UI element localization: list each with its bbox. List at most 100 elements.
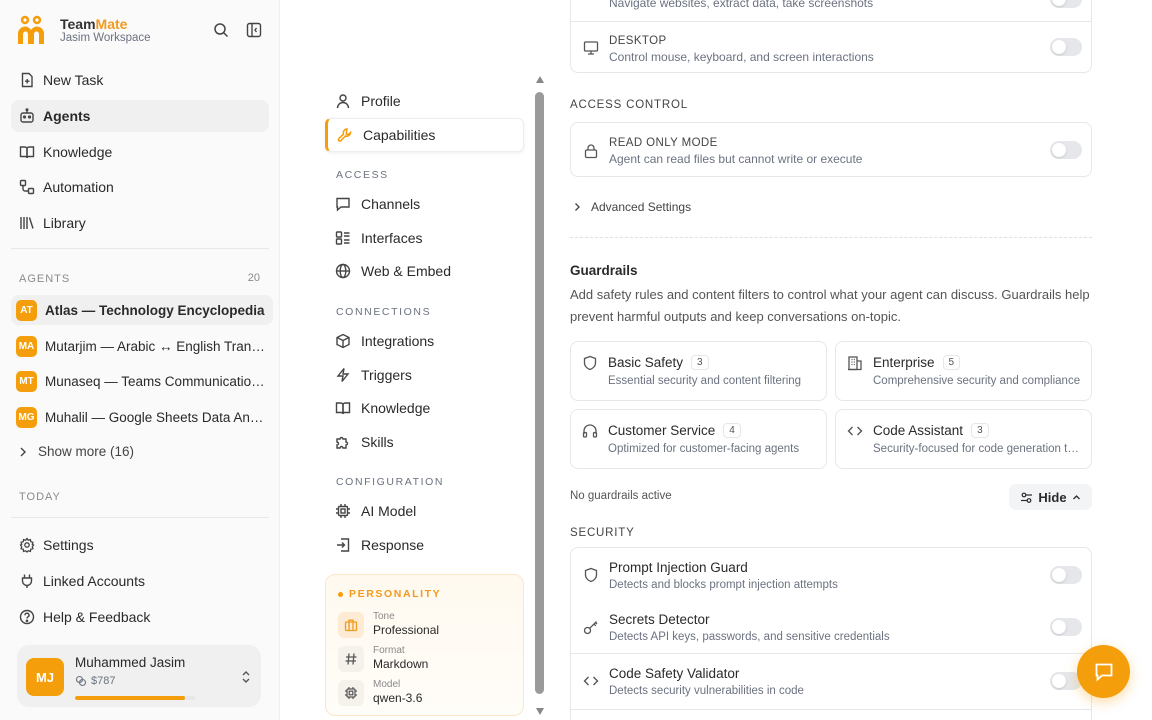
message-icon — [335, 196, 351, 212]
globe-icon — [335, 263, 351, 279]
preset-basic-safety[interactable]: Basic Safety 3 Essential security and con… — [570, 341, 827, 401]
divider — [11, 248, 269, 249]
search-icon[interactable] — [213, 22, 229, 38]
scrollbar[interactable] — [535, 76, 545, 720]
personality-format: Format Markdown — [338, 645, 518, 675]
settings-tab-channels[interactable]: Channels — [325, 187, 524, 221]
prompt-injection-toggle[interactable] — [1050, 566, 1082, 584]
agent-name: Munaseq — Teams Communication Assistant — [45, 373, 265, 389]
shield-icon — [582, 355, 598, 371]
show-more-button[interactable]: Show more (16) — [17, 444, 134, 459]
nav-library[interactable]: Library — [11, 207, 269, 239]
security-row-desc: Detects and blocks prompt injection atte… — [609, 579, 838, 591]
user-name: Muhammed Jasim — [75, 655, 186, 670]
personality-tone: Tone Professional — [338, 611, 518, 641]
nav-new-task[interactable]: New Task — [11, 64, 269, 96]
layout-list-icon — [335, 230, 351, 246]
settings-tab-label: Skills — [361, 434, 394, 450]
help-icon — [19, 609, 35, 625]
agents-icon — [19, 108, 35, 124]
nav-knowledge[interactable]: Knowledge — [11, 136, 269, 168]
agent-item[interactable]: MG Muhalil — Google Sheets Data Analyst — [11, 402, 273, 432]
agent-item[interactable]: AT Atlas — Technology Encyclopedia — [11, 295, 273, 325]
preset-name: Enterprise 5 — [873, 355, 961, 370]
browser-desc: Navigate websites, extract data, take sc… — [609, 0, 874, 10]
today-section-label: TODAY — [19, 491, 61, 503]
settings-tab-profile[interactable]: Profile — [325, 84, 524, 118]
divider — [571, 21, 1091, 22]
settings-tab-response[interactable]: Response — [325, 528, 524, 562]
tone-value: Professional — [373, 623, 440, 637]
hash-icon — [338, 646, 364, 672]
preset-code-assistant[interactable]: Code Assistant 3 Security-focused for cod… — [835, 409, 1092, 469]
security-row-title: Prompt Injection Guard — [609, 560, 748, 575]
read-only-toggle[interactable] — [1050, 141, 1082, 159]
settings-tab-capabilities[interactable]: Capabilities — [325, 118, 524, 152]
nav-linked-accounts[interactable]: Linked Accounts — [11, 565, 269, 597]
library-icon — [19, 215, 35, 231]
agent-item[interactable]: MA Mutarjim — Arabic ↔ English Translato… — [11, 331, 273, 361]
chevron-up-down-icon[interactable] — [239, 669, 253, 685]
agent-avatar: AT — [16, 299, 37, 321]
settings-tab-knowledge[interactable]: Knowledge — [325, 391, 524, 425]
preset-enterprise[interactable]: Enterprise 5 Comprehensive security and c… — [835, 341, 1092, 401]
preset-customer-service[interactable]: Customer Service 4 Optimized for customer… — [570, 409, 827, 469]
scroll-up-arrow-icon[interactable] — [536, 76, 544, 83]
desktop-title: DESKTOP — [609, 35, 667, 47]
preset-count-badge: 5 — [942, 355, 961, 370]
settings-tab-web-embed[interactable]: Web & Embed — [325, 254, 524, 288]
teammate-logo-icon — [16, 14, 46, 46]
main-content: Navigate websites, extract data, take sc… — [548, 0, 1152, 720]
user-card[interactable]: MJ Muhammed Jasim $787 — [17, 645, 261, 707]
scroll-thumb[interactable] — [535, 92, 544, 694]
coins-icon — [75, 675, 87, 687]
advanced-settings-toggle[interactable]: Advanced Settings — [572, 200, 691, 214]
scroll-down-arrow-icon[interactable] — [536, 708, 544, 715]
code-icon — [583, 673, 599, 689]
browser-toggle[interactable] — [1050, 0, 1082, 8]
chevron-right-icon — [17, 446, 29, 458]
code-icon — [847, 423, 863, 439]
settings-tab-skills[interactable]: Skills — [325, 425, 524, 459]
nav-agents[interactable]: Agents — [11, 100, 269, 132]
nav-label: Linked Accounts — [43, 573, 145, 589]
advanced-settings-label: Advanced Settings — [591, 200, 692, 214]
guardrails-desc: Add safety rules and content filters to … — [570, 287, 1090, 324]
agent-item[interactable]: MT Munaseq — Teams Communication Assista… — [11, 366, 273, 396]
nav-help-feedback[interactable]: Help & Feedback — [11, 601, 269, 633]
settings-tab-interfaces[interactable]: Interfaces — [325, 221, 524, 255]
desktop-desc: Control mouse, keyboard, and screen inte… — [609, 50, 874, 64]
credit-amount: $787 — [91, 675, 116, 687]
settings-tab-integrations[interactable]: Integrations — [325, 324, 524, 358]
settings-tab-triggers[interactable]: Triggers — [325, 358, 524, 392]
sidebar-toggle-icon[interactable] — [246, 22, 262, 38]
agent-avatar: MA — [16, 335, 37, 357]
guardrails-status: No guardrails active — [570, 490, 672, 502]
settings-tab-label: Capabilities — [363, 127, 436, 143]
connections-section-label: CONNECTIONS — [336, 306, 432, 318]
read-only-title: READ ONLY MODE — [609, 137, 718, 149]
nav-label: Settings — [43, 537, 94, 553]
preset-name: Basic Safety 3 — [608, 355, 709, 370]
nav-automation[interactable]: Automation — [11, 171, 269, 203]
personality-title: PERSONALITY — [338, 588, 441, 600]
settings-tab-ai-model[interactable]: AI Model — [325, 494, 524, 528]
user-icon — [335, 93, 351, 109]
preset-count-badge: 4 — [723, 423, 741, 438]
chat-fab-button[interactable] — [1077, 645, 1130, 698]
chat-icon — [1095, 663, 1112, 682]
read-only-card: READ ONLY MODE Agent can read files but … — [570, 122, 1092, 177]
nav-label: Library — [43, 215, 86, 231]
security-row-secrets-detector: Secrets Detector Detects API keys, passw… — [570, 600, 1092, 654]
format-label: Format — [373, 645, 405, 656]
personality-card: PERSONALITY Tone Professional Format Mar… — [325, 574, 524, 716]
nav-settings[interactable]: Settings — [11, 529, 269, 561]
preset-count-badge: 3 — [971, 423, 989, 438]
puzzle-icon — [335, 434, 351, 450]
agent-name: Mutarjim — Arabic ↔ English Translator — [45, 338, 265, 354]
desktop-toggle[interactable] — [1050, 38, 1082, 56]
hide-guardrails-button[interactable]: Hide — [1009, 484, 1092, 510]
credit-progress-fill — [75, 696, 186, 700]
lightning-icon — [335, 367, 351, 383]
secrets-detector-toggle[interactable] — [1050, 618, 1082, 636]
